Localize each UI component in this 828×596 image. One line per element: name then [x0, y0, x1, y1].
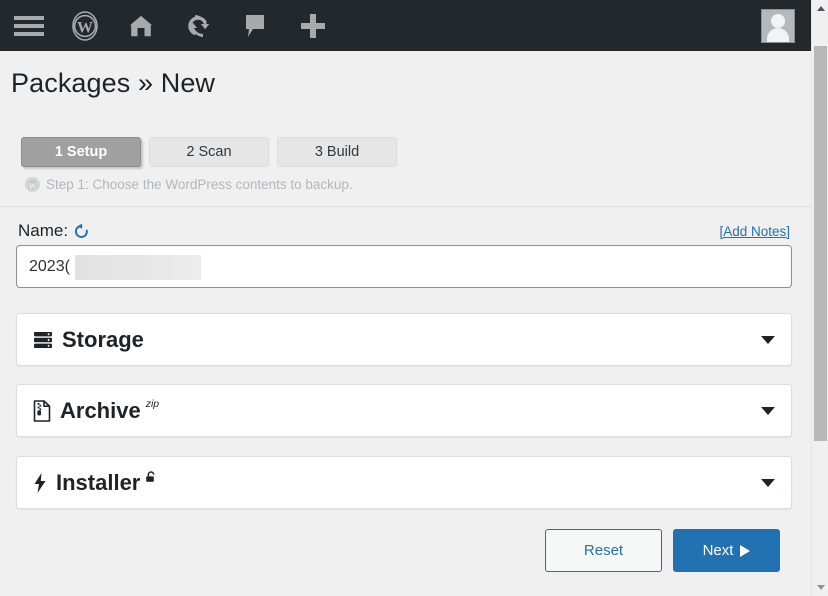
- wordpress-logo-icon[interactable]: W: [57, 0, 113, 51]
- page-title: Packages » New: [11, 68, 215, 99]
- redacted-overlay: [75, 255, 201, 280]
- archive-panel-header: Archive zip: [33, 397, 160, 423]
- tab-build[interactable]: 3 Build: [277, 137, 397, 167]
- add-notes-link[interactable]: [Add Notes]: [719, 224, 790, 239]
- archive-title-text: Archive: [60, 397, 141, 423]
- play-arrow-icon: [740, 544, 751, 557]
- storage-panel-header: Storage: [33, 326, 144, 352]
- archive-panel-title: Archive zip: [60, 397, 160, 423]
- installer-panel[interactable]: Installer: [16, 456, 792, 509]
- page-title-main: Packages: [11, 68, 131, 98]
- lightning-bolt-icon: [33, 471, 47, 495]
- updates-icon[interactable]: [169, 0, 226, 51]
- name-row: Name: [Add Notes]: [18, 221, 790, 241]
- reset-button[interactable]: Reset: [545, 529, 662, 572]
- name-label-group: Name:: [18, 221, 90, 241]
- server-storage-icon: [33, 328, 53, 352]
- package-name-input[interactable]: 2023(: [16, 245, 792, 288]
- unlock-icon: [145, 470, 157, 483]
- vertical-scrollbar[interactable]: [811, 0, 828, 596]
- package-name-value: 2023(: [29, 257, 70, 275]
- archive-panel[interactable]: Archive zip: [16, 384, 792, 437]
- section-divider: [0, 206, 811, 207]
- storage-panel-title: Storage: [62, 326, 144, 352]
- file-zip-icon: [33, 399, 51, 423]
- step-description-text: Step 1: Choose the WordPress contents to…: [46, 177, 353, 192]
- installer-panel-title: Installer: [56, 469, 157, 495]
- next-button[interactable]: Next: [673, 529, 780, 572]
- chevron-down-icon[interactable]: [761, 478, 775, 487]
- archive-format-superscript: zip: [145, 397, 160, 410]
- comments-icon[interactable]: [226, 0, 284, 51]
- installer-title-text: Installer: [56, 469, 141, 495]
- admin-bar: W: [0, 0, 811, 51]
- tab-scan[interactable]: 2 Scan: [149, 137, 269, 167]
- new-content-icon[interactable]: [284, 0, 342, 51]
- storage-title-text: Storage: [62, 326, 144, 352]
- page-title-separator: »: [137, 68, 154, 98]
- next-button-label: Next: [702, 542, 734, 559]
- avatar[interactable]: [761, 8, 795, 43]
- storage-panel[interactable]: Storage: [16, 313, 792, 366]
- name-label: Name:: [18, 221, 69, 240]
- home-icon[interactable]: [113, 0, 169, 51]
- scroll-up-arrow-icon[interactable]: [812, 0, 828, 17]
- svg-text:W: W: [77, 19, 93, 36]
- step-description: W Step 1: Choose the WordPress contents …: [25, 177, 353, 192]
- chevron-down-icon[interactable]: [761, 335, 775, 344]
- wordpress-logo-icon: W: [25, 177, 40, 192]
- footer-actions: Reset Next: [545, 529, 780, 572]
- svg-text:W: W: [28, 180, 37, 190]
- installer-panel-header: Installer: [33, 469, 157, 495]
- step-tabs: 1 Setup 2 Scan 3 Build: [21, 137, 397, 167]
- scroll-down-arrow-icon[interactable]: [812, 579, 828, 596]
- chevron-down-icon[interactable]: [761, 406, 775, 415]
- scrollbar-thumb[interactable]: [814, 46, 827, 441]
- reset-arrow-icon[interactable]: [73, 223, 90, 240]
- page-title-sub: New: [160, 68, 216, 98]
- menu-icon[interactable]: [0, 0, 57, 51]
- tab-setup[interactable]: 1 Setup: [21, 137, 141, 167]
